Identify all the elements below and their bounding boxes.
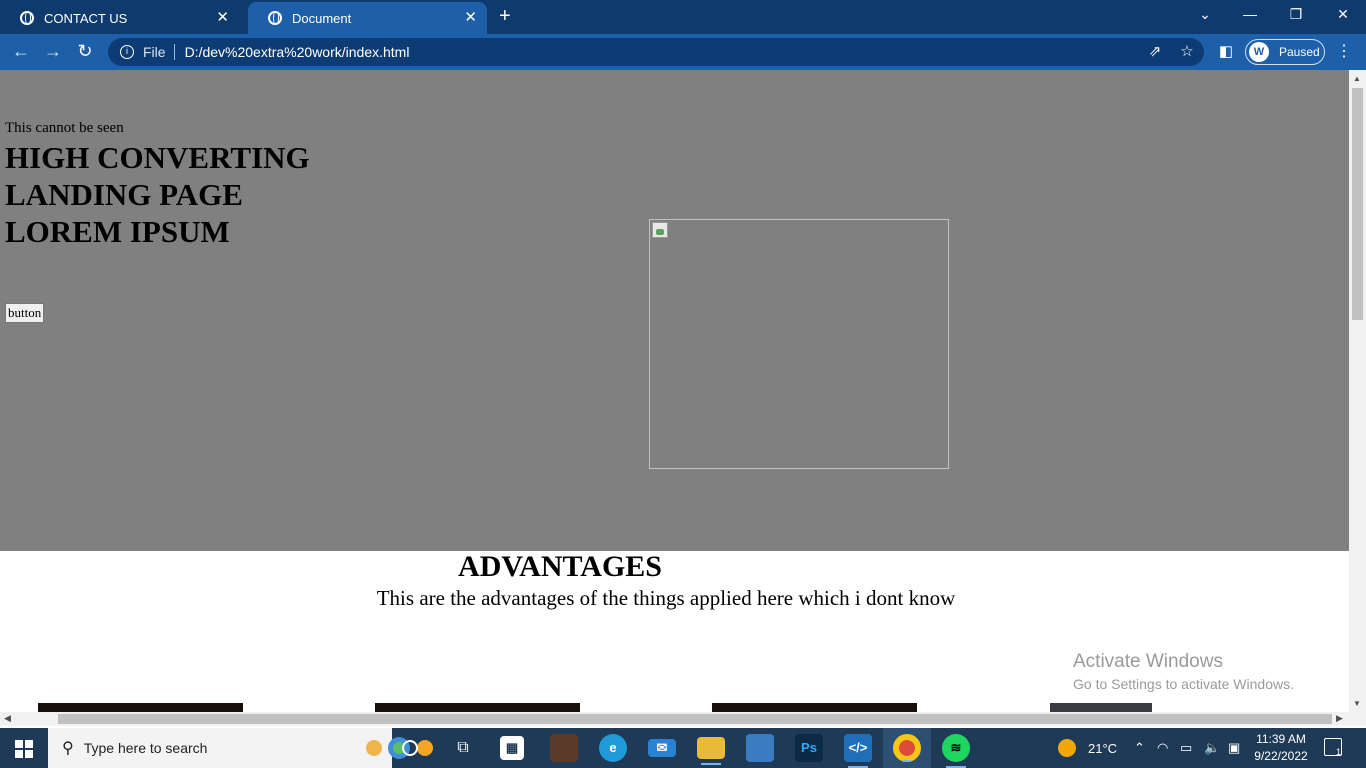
restore-button[interactable]: ❐: [1286, 4, 1306, 24]
globe-icon: [268, 11, 282, 25]
sync-status: Paused: [1279, 45, 1320, 59]
scrollbar-thumb[interactable]: [58, 714, 1332, 724]
back-button[interactable]: ←: [10, 40, 32, 62]
edge-icon[interactable]: e: [599, 734, 627, 762]
hero-image-broken: [649, 219, 949, 469]
tab-document[interactable]: Document ✕: [248, 2, 487, 34]
windows-taskbar: ⚲ Type here to search ⧉ ▦ e ✉ Ps </> ≋ 2…: [0, 728, 1366, 768]
forward-button[interactable]: →: [42, 40, 64, 62]
cta-button[interactable]: button: [5, 303, 45, 323]
search-highlight-icon: [366, 737, 433, 759]
info-icon[interactable]: i: [120, 45, 134, 59]
tab-title: CONTACT US: [44, 10, 128, 26]
notification-count: 1: [1335, 747, 1341, 757]
advantage-image: [375, 703, 580, 712]
game-icon[interactable]: [550, 734, 578, 762]
avatar: W: [1249, 42, 1269, 62]
share-icon[interactable]: ⇗: [1145, 42, 1165, 62]
hero-headline: HIGH CONVERTING LANDING PAGE LOREM IPSUM: [5, 140, 310, 249]
reload-button[interactable]: ↻: [74, 40, 96, 62]
advantage-image: [1050, 703, 1152, 712]
hero-section: This cannot be seen HIGH CONVERTING LAND…: [0, 70, 1349, 551]
tab-title: Document: [292, 10, 352, 26]
chrome-icon[interactable]: [893, 734, 921, 762]
temperature: 21°C: [1088, 740, 1118, 756]
page-viewport: This cannot be seen HIGH CONVERTING LAND…: [0, 70, 1349, 712]
tab-strip: CONTACT US ✕ Document ✕ + ⌄ — ❐ ✕: [0, 0, 1366, 34]
wifi-icon[interactable]: ◠: [1157, 739, 1168, 757]
task-view-icon[interactable]: ⧉: [449, 734, 477, 762]
start-button[interactable]: [0, 728, 48, 768]
address-bar[interactable]: i File D:/dev%20extra%20work/index.html: [108, 38, 1204, 66]
chrome-taskbar-slot[interactable]: [883, 728, 931, 768]
battery-icon[interactable]: ▭: [1180, 739, 1192, 757]
clock-time: 11:39 AM: [1256, 732, 1306, 746]
advantage-image: [38, 703, 243, 712]
divider: [173, 44, 175, 60]
system-clock[interactable]: 11:39 AM 9/22/2022: [1250, 731, 1312, 765]
photos-icon[interactable]: [746, 734, 774, 762]
scroll-right-icon[interactable]: ▶: [1336, 713, 1343, 724]
file-explorer-icon[interactable]: [697, 737, 725, 765]
horizontal-scrollbar[interactable]: ◀ ▶: [0, 712, 1366, 726]
menu-icon[interactable]: ⋮: [1336, 42, 1352, 62]
side-panel-icon[interactable]: ◧: [1216, 42, 1236, 62]
sun-icon: [1058, 739, 1076, 757]
advantage-image: [712, 703, 917, 712]
minimize-button[interactable]: —: [1240, 4, 1260, 24]
profile-button[interactable]: W Paused: [1245, 39, 1325, 65]
scroll-down-icon[interactable]: ▼: [1353, 699, 1361, 708]
scheme-label: File: [143, 44, 166, 60]
scrollbar-thumb[interactable]: [1352, 88, 1363, 320]
taskbar-search[interactable]: ⚲ Type here to search: [48, 728, 433, 768]
spotify-icon[interactable]: ≋: [942, 734, 970, 768]
clock-date: 9/22/2022: [1254, 749, 1308, 763]
notification-center-icon[interactable]: 1: [1324, 738, 1342, 757]
vertical-scrollbar[interactable]: ▲ ▼: [1349, 70, 1366, 712]
close-icon[interactable]: ✕: [216, 9, 229, 27]
bookmark-star-icon[interactable]: ☆: [1177, 42, 1197, 62]
broken-image-icon: [652, 222, 668, 238]
url-text[interactable]: D:/dev%20extra%20work/index.html: [185, 44, 410, 60]
advantages-description: This are the advantages of the things ap…: [376, 586, 956, 610]
cortana-icon[interactable]: [402, 740, 418, 756]
search-icon: ⚲: [62, 740, 74, 757]
close-window-button[interactable]: ✕: [1333, 4, 1353, 24]
volume-icon[interactable]: 🔈: [1204, 739, 1220, 757]
advantages-heading: ADVANTAGES: [458, 550, 662, 583]
activation-watermark-subtitle: Go to Settings to activate Windows.: [1073, 676, 1294, 692]
globe-icon: [20, 11, 34, 25]
hidden-text: This cannot be seen: [5, 120, 124, 136]
tab-search-icon[interactable]: ⌄: [1195, 4, 1215, 24]
activation-watermark-title: Activate Windows: [1073, 651, 1223, 672]
new-tab-button[interactable]: +: [499, 6, 511, 26]
search-placeholder: Type here to search: [83, 740, 208, 756]
meet-now-icon[interactable]: ▣: [1228, 739, 1240, 757]
vscode-icon[interactable]: </>: [844, 734, 872, 768]
scroll-up-icon[interactable]: ▲: [1353, 74, 1361, 83]
show-hidden-icons-icon[interactable]: ⌃: [1134, 739, 1145, 757]
scroll-left-icon[interactable]: ◀: [4, 713, 11, 724]
photoshop-icon[interactable]: Ps: [795, 734, 823, 762]
mail-icon[interactable]: ✉: [648, 739, 676, 757]
close-icon[interactable]: ✕: [464, 9, 477, 27]
weather-widget[interactable]: 21°C: [1058, 728, 1117, 768]
microsoft-store-icon[interactable]: ▦: [500, 736, 524, 760]
browser-toolbar: ← → ↻ i File D:/dev%20extra%20work/index…: [0, 34, 1366, 70]
tab-contact-us[interactable]: CONTACT US ✕: [0, 2, 239, 34]
